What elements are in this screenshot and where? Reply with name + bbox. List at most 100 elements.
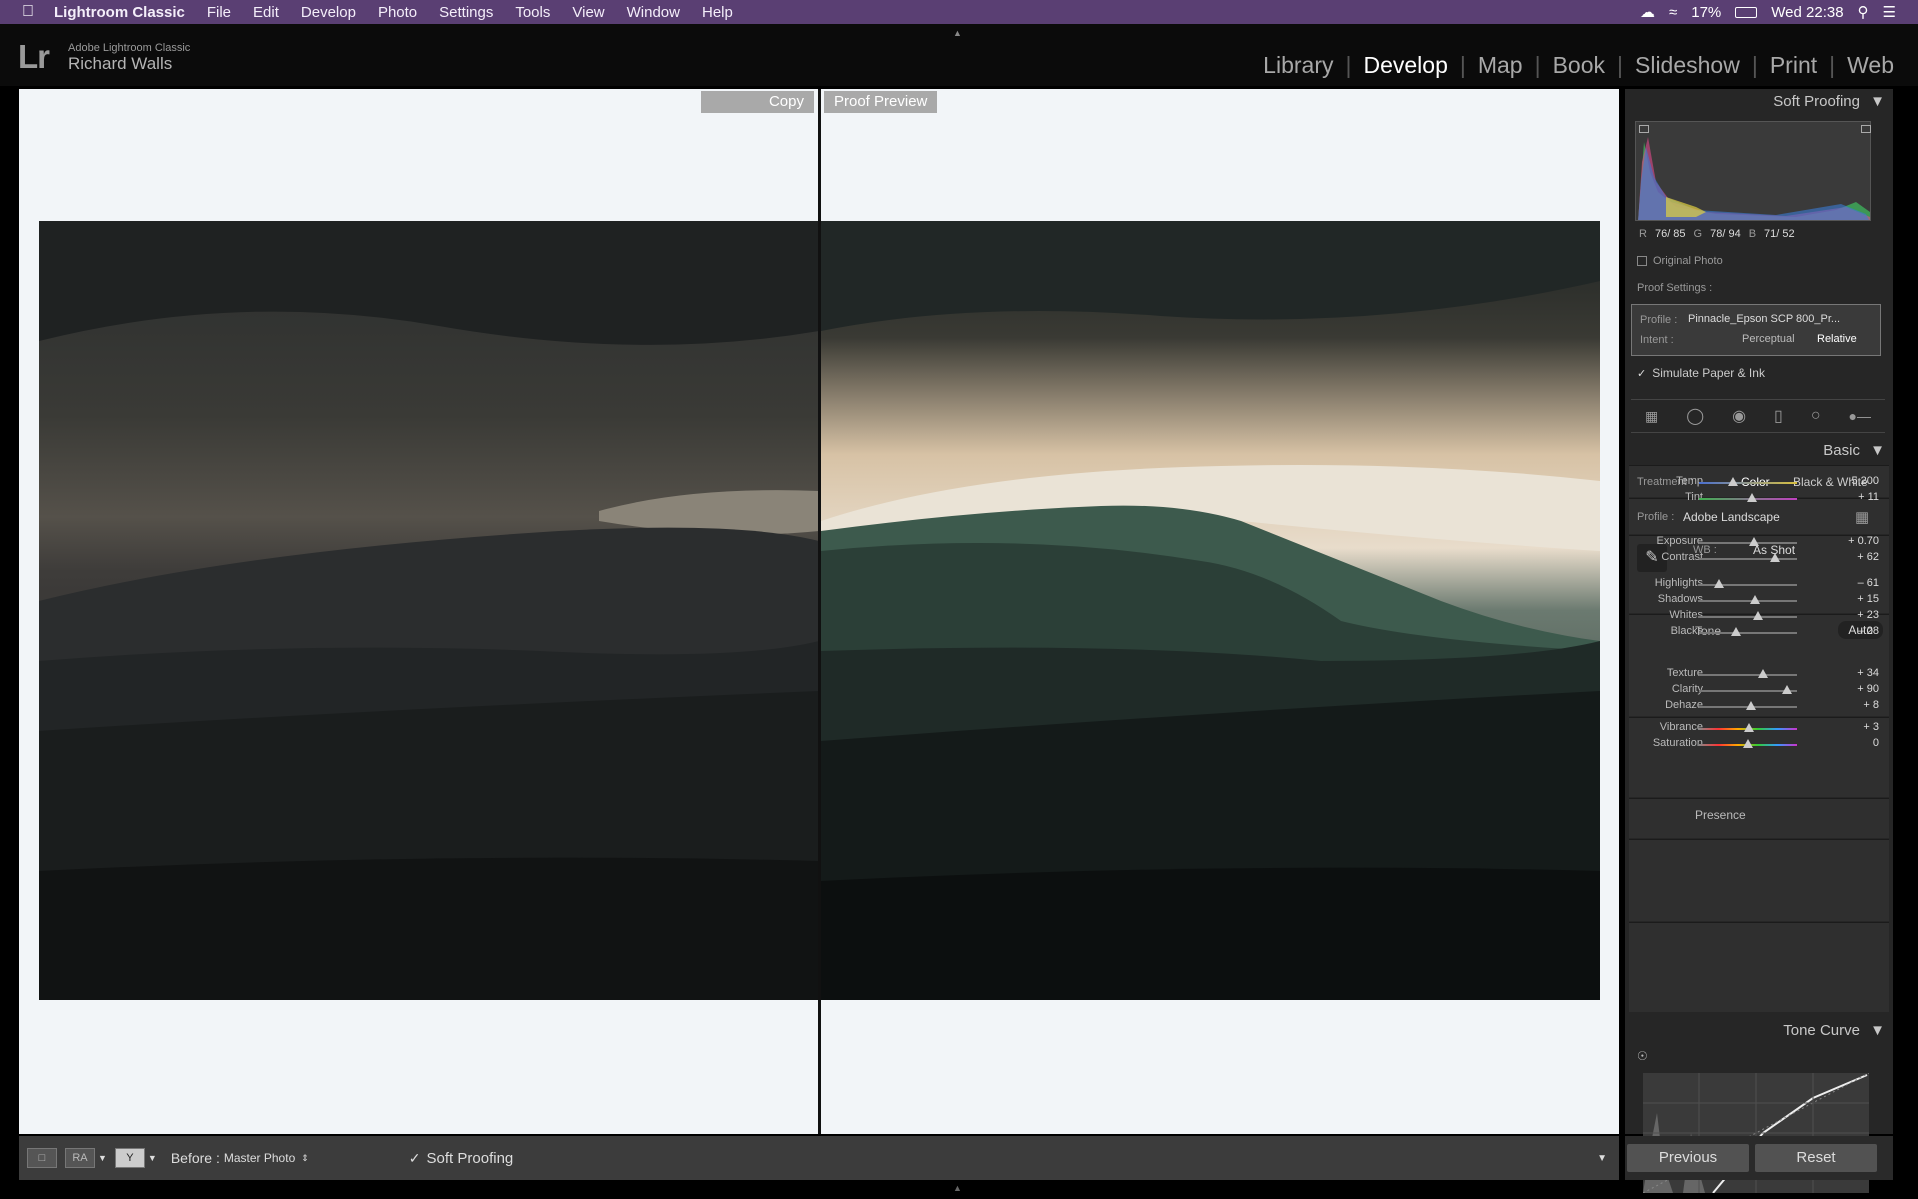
previous-button[interactable]: Previous <box>1627 1144 1749 1172</box>
basic-panel-title[interactable]: Basic <box>1823 442 1860 459</box>
menu-tools[interactable]: Tools <box>515 4 550 21</box>
slider-value-clarity[interactable]: + 90 <box>1857 683 1879 695</box>
menu-settings[interactable]: Settings <box>439 4 493 21</box>
graduated-filter-icon[interactable]: ▯ <box>1774 406 1783 426</box>
slider-value-contrast[interactable]: + 62 <box>1857 551 1879 563</box>
slider-value-shadows[interactable]: + 15 <box>1857 593 1879 605</box>
clock[interactable]: Wed 22:38 <box>1771 4 1843 21</box>
module-web[interactable]: Web <box>1835 52 1906 79</box>
slider-track-temp[interactable] <box>1699 477 1797 486</box>
simulate-paper-checkbox[interactable]: ✓ <box>1637 367 1646 380</box>
module-map[interactable]: Map <box>1466 52 1535 79</box>
slider-knob-vibrance[interactable] <box>1743 723 1754 732</box>
before-photo[interactable] <box>39 221 819 1000</box>
crop-overlay-icon[interactable]: ▦ <box>1645 408 1658 425</box>
slider-knob-clarity[interactable] <box>1782 685 1793 694</box>
slider-track-clarity[interactable] <box>1699 685 1797 694</box>
menu-edit[interactable]: Edit <box>253 4 279 21</box>
before-state-chevron-icon[interactable]: ⇕ <box>301 1153 309 1164</box>
menu-view[interactable]: View <box>572 4 604 21</box>
profile-browser-icon[interactable]: ▦ <box>1855 508 1869 526</box>
slider-knob-tint[interactable] <box>1746 493 1757 502</box>
soft-proofing-checkbox[interactable]: ✓ <box>409 1150 421 1167</box>
before-state-select[interactable]: Master Photo <box>224 1151 295 1165</box>
original-photo-checkbox[interactable] <box>1637 256 1647 266</box>
slider-value-saturation[interactable]: 0 <box>1873 737 1879 749</box>
menu-help[interactable]: Help <box>702 4 733 21</box>
slider-value-temp[interactable]: 5,200 <box>1851 475 1879 487</box>
tone-curve-collapse-icon[interactable]: ▼ <box>1870 1022 1885 1039</box>
slider-track-blacks[interactable] <box>1699 627 1797 636</box>
histogram[interactable] <box>1635 121 1871 221</box>
slider-value-highlights[interactable]: – 61 <box>1858 577 1879 589</box>
reset-button[interactable]: Reset <box>1755 1144 1877 1172</box>
slider-track-vibrance[interactable] <box>1699 723 1797 732</box>
radial-filter-icon[interactable]: ○ <box>1811 407 1821 425</box>
slider-track-tint[interactable] <box>1699 493 1797 502</box>
toolbar-menu-icon[interactable]: ▼ <box>1597 1153 1607 1164</box>
slider-value-texture[interactable]: + 34 <box>1857 667 1879 679</box>
slider-value-whites[interactable]: + 23 <box>1857 609 1879 621</box>
battery-icon[interactable] <box>1735 6 1758 18</box>
slider-track-highlights[interactable] <box>1699 579 1797 588</box>
menu-develop[interactable]: Develop <box>301 4 356 21</box>
before-after-swap-icon[interactable]: Y <box>114 1148 145 1168</box>
module-library[interactable]: Library <box>1251 52 1345 79</box>
slider-knob-contrast[interactable] <box>1770 553 1781 562</box>
red-eye-icon[interactable]: ◉ <box>1732 406 1746 426</box>
proof-preview-photo[interactable] <box>821 221 1600 1000</box>
soft-proofing-title[interactable]: Soft Proofing <box>1773 93 1860 110</box>
slider-value-exposure[interactable]: + 0.70 <box>1848 535 1879 547</box>
slider-knob-temp[interactable] <box>1728 477 1739 486</box>
slider-knob-whites[interactable] <box>1752 611 1763 620</box>
slider-track-saturation[interactable] <box>1699 739 1797 748</box>
intent-perceptual[interactable]: Perceptual <box>1742 333 1795 345</box>
view-mode-dropdown-icon[interactable]: ▼ <box>98 1153 107 1163</box>
before-after-view-icon[interactable]: RA <box>65 1148 95 1168</box>
proof-profile-select[interactable]: Pinnacle_Epson SCP 800_Pr... <box>1688 313 1840 325</box>
collapse-icon[interactable]: ▼ <box>1870 93 1885 110</box>
slider-knob-dehaze[interactable] <box>1745 701 1756 710</box>
split-divider[interactable] <box>818 89 821 1134</box>
tone-curve-title[interactable]: Tone Curve <box>1783 1022 1860 1039</box>
shadow-clipping-icon[interactable] <box>1639 125 1649 133</box>
highlight-clipping-icon[interactable] <box>1861 125 1871 133</box>
slider-value-dehaze[interactable]: + 8 <box>1863 699 1879 711</box>
module-develop[interactable]: Develop <box>1351 52 1459 79</box>
filmstrip-toggle-icon[interactable]: ▲ <box>953 1183 962 1193</box>
module-book[interactable]: Book <box>1541 52 1617 79</box>
slider-track-texture[interactable] <box>1699 669 1797 678</box>
slider-track-dehaze[interactable] <box>1699 701 1797 710</box>
menu-photo[interactable]: Photo <box>378 4 417 21</box>
spot-removal-icon[interactable]: ◯ <box>1686 406 1704 426</box>
slider-track-whites[interactable] <box>1699 611 1797 620</box>
creative-cloud-icon[interactable]: ☁ <box>1640 3 1655 21</box>
slider-knob-texture[interactable] <box>1757 669 1768 678</box>
slider-value-vibrance[interactable]: + 3 <box>1863 721 1879 733</box>
top-panel-toggle-icon[interactable]: ▲ <box>953 28 962 38</box>
slider-knob-shadows[interactable] <box>1749 595 1760 604</box>
slider-value-blacks[interactable]: – 28 <box>1858 625 1879 637</box>
search-icon[interactable]: ⚲ <box>1858 3 1869 21</box>
slider-knob-blacks[interactable] <box>1731 627 1742 636</box>
menu-window[interactable]: Window <box>627 4 680 21</box>
slider-value-tint[interactable]: + 11 <box>1858 491 1879 503</box>
wifi-icon[interactable]: ≈ <box>1669 4 1677 21</box>
swap-dropdown-icon[interactable]: ▼ <box>148 1153 157 1163</box>
loupe-view-icon[interactable]: □ <box>27 1148 57 1168</box>
slider-track-contrast[interactable] <box>1699 553 1797 562</box>
slider-track-exposure[interactable] <box>1699 537 1797 546</box>
tone-curve-target-icon[interactable]: ☉ <box>1637 1049 1648 1063</box>
slider-knob-exposure[interactable] <box>1748 537 1759 546</box>
slider-knob-highlights[interactable] <box>1713 579 1724 588</box>
intent-relative[interactable]: Relative <box>1817 333 1857 345</box>
adjustment-brush-icon[interactable]: ●— <box>1849 408 1871 424</box>
apple-icon[interactable]:  <box>22 3 42 21</box>
slider-track-shadows[interactable] <box>1699 595 1797 604</box>
basic-collapse-icon[interactable]: ▼ <box>1870 442 1885 459</box>
menu-app[interactable]: Lightroom Classic <box>54 4 185 21</box>
slider-knob-saturation[interactable] <box>1743 739 1753 748</box>
module-print[interactable]: Print <box>1758 52 1829 79</box>
basic-profile-select[interactable]: Adobe Landscape <box>1683 510 1780 524</box>
control-center-icon[interactable]: ☰ <box>1883 3 1896 21</box>
